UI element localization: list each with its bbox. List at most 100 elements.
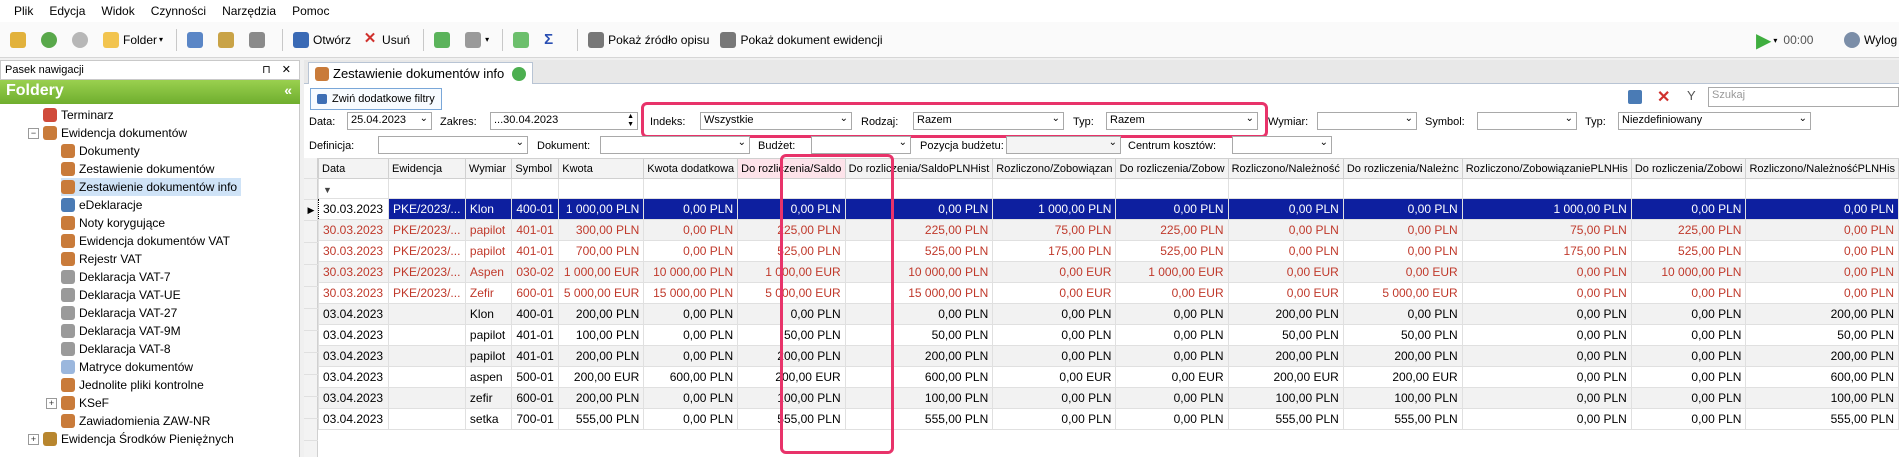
table-cell[interactable]: 0,00 PLN xyxy=(1461,408,1632,430)
tree-item[interactable]: Deklaracja VAT-8 xyxy=(61,340,171,358)
table-row[interactable]: 30.03.2023 PKE/2023/... papilot 401-01 700,0… xyxy=(318,240,1899,262)
table-cell[interactable]: 030-02 xyxy=(511,261,560,283)
tree-view-button[interactable] xyxy=(214,27,242,53)
filter-cell[interactable] xyxy=(388,178,466,199)
tree-item[interactable]: Terminarz xyxy=(43,106,114,124)
show-document-button[interactable]: Pokaż dokument ewidencji xyxy=(716,27,886,53)
table-cell[interactable]: PKE/2023/... xyxy=(388,219,466,241)
table-row[interactable]: 03.04.2023 papilot 401-01 100,00 PLN 0,00 PL… xyxy=(318,324,1899,346)
table-cell[interactable]: 200,00 PLN xyxy=(1745,303,1899,325)
table-cell[interactable]: 0,00 PLN xyxy=(1115,408,1229,430)
table-cell[interactable]: papilot xyxy=(464,324,513,346)
table-cell[interactable]: zefir xyxy=(464,387,513,409)
table-cell[interactable]: 1 000,00 PLN xyxy=(558,198,645,220)
sum-button[interactable]: Σ xyxy=(540,27,568,53)
table-cell[interactable]: 0,00 PLN xyxy=(1745,261,1899,283)
table-cell[interactable]: 0,00 PLN xyxy=(992,303,1117,325)
table-cell[interactable]: 0,00 PLN xyxy=(643,198,739,220)
table-cell[interactable]: 0,00 PLN xyxy=(1461,324,1632,346)
table-cell[interactable]: PKE/2023/... xyxy=(388,198,466,220)
table-cell[interactable]: 200,00 PLN xyxy=(558,345,645,367)
table-cell[interactable]: 200,00 PLN xyxy=(1227,345,1344,367)
tree-item[interactable]: Deklaracja VAT-27 xyxy=(61,304,177,322)
table-cell[interactable]: 401-01 xyxy=(511,345,560,367)
print-button[interactable]: ▾ xyxy=(461,27,493,53)
row-indicator[interactable] xyxy=(304,266,318,287)
table-cell[interactable]: 0,00 PLN xyxy=(1461,282,1632,304)
table-cell[interactable]: 30.03.2023 xyxy=(318,240,390,262)
table-cell[interactable]: 5 000,00 EUR xyxy=(558,282,645,304)
table-cell[interactable]: 50,00 PLN xyxy=(1227,324,1344,346)
table-cell[interactable]: 100,00 PLN xyxy=(1745,387,1899,409)
filter-cell[interactable] xyxy=(464,178,513,199)
budzet-select[interactable]: ⌄ xyxy=(811,136,911,154)
table-cell[interactable]: 0,00 PLN xyxy=(1461,387,1632,409)
table-cell[interactable]: 401-01 xyxy=(511,324,560,346)
row-indicator[interactable] xyxy=(304,179,318,200)
table-cell[interactable]: 75,00 PLN xyxy=(992,219,1117,241)
tree-item[interactable]: Dokumenty xyxy=(61,142,140,160)
table-cell[interactable]: 400-01 xyxy=(511,198,560,220)
table-cell[interactable]: 525,00 PLN xyxy=(1115,240,1229,262)
filter-cell[interactable] xyxy=(1630,178,1747,199)
table-cell[interactable]: papilot xyxy=(464,219,513,241)
row-indicator[interactable] xyxy=(304,376,318,397)
table-cell[interactable]: 0,00 EUR xyxy=(992,261,1117,283)
tree-item[interactable]: Jednolite pliki kontrolne xyxy=(61,376,204,394)
row-indicator[interactable] xyxy=(304,420,318,441)
table-cell[interactable]: 600-01 xyxy=(511,282,560,304)
table-cell[interactable]: 0,00 PLN xyxy=(992,408,1117,430)
filter-cell[interactable] xyxy=(1342,178,1463,199)
table-cell[interactable]: 5 000,00 EUR xyxy=(1342,282,1463,304)
table-cell[interactable]: 1 000,00 EUR xyxy=(558,261,645,283)
table-cell[interactable]: 0,00 PLN xyxy=(1745,282,1899,304)
table-cell[interactable]: 0,00 PLN xyxy=(1461,261,1632,283)
tree-item[interactable]: Zestawienie dokumentów xyxy=(61,160,214,178)
filter-cell[interactable]: ▼ xyxy=(318,178,390,199)
table-cell[interactable]: 0,00 PLN xyxy=(643,324,739,346)
table-cell[interactable]: 600,00 PLN xyxy=(643,366,739,388)
table-cell[interactable]: 0,00 PLN xyxy=(643,219,739,241)
table-cell[interactable]: 30.03.2023 xyxy=(318,282,390,304)
tab-refresh-icon[interactable] xyxy=(512,66,527,81)
search-input[interactable]: Szukaj xyxy=(1708,87,1899,107)
table-cell[interactable]: 0,00 PLN xyxy=(1461,303,1632,325)
table-cell[interactable]: 75,00 PLN xyxy=(1461,219,1632,241)
table-cell[interactable]: 50,00 PLN xyxy=(1745,324,1899,346)
table-cell[interactable]: 0,00 PLN xyxy=(643,387,739,409)
tree-item[interactable]: + KSeF xyxy=(46,394,109,412)
table-cell[interactable]: 225,00 PLN xyxy=(1630,219,1747,241)
table-cell[interactable]: 200,00 PLN xyxy=(1342,345,1463,367)
table-cell[interactable]: 700,00 PLN xyxy=(558,240,645,262)
filter-cell[interactable] xyxy=(1115,178,1229,199)
table-cell[interactable]: 200,00 PLN xyxy=(558,303,645,325)
filter-settings-icon[interactable]: Y xyxy=(1687,88,1696,103)
row-indicator[interactable]: ▶ xyxy=(304,200,318,221)
column-header[interactable]: Rozliczono/Zobowiązan xyxy=(992,158,1117,179)
up-button[interactable] xyxy=(6,27,34,53)
table-cell[interactable]: 401-01 xyxy=(511,240,560,262)
column-header[interactable]: Data xyxy=(318,158,390,179)
folder-button[interactable]: Folder ▾ xyxy=(99,27,167,53)
row-indicator[interactable] xyxy=(304,158,318,179)
filter-cell[interactable] xyxy=(558,178,645,199)
column-header[interactable]: Kwota dodatkowa xyxy=(643,158,739,179)
wymiar-select[interactable]: ⌄ xyxy=(1317,112,1417,130)
table-cell[interactable]: 30.03.2023 xyxy=(318,261,390,283)
table-cell[interactable]: 0,00 PLN xyxy=(992,387,1117,409)
filter-cell[interactable] xyxy=(511,178,560,199)
table-row[interactable]: 03.04.2023 setka 700-01 555,00 PLN 0,00 PLN 5… xyxy=(318,408,1899,430)
expander-icon[interactable]: + xyxy=(46,397,57,409)
table-cell[interactable]: Zefir xyxy=(464,282,513,304)
excel-export-icon[interactable] xyxy=(1628,90,1642,104)
filter-cell[interactable] xyxy=(1461,178,1632,199)
table-cell[interactable]: 401-01 xyxy=(511,219,560,241)
table-cell[interactable]: 0,00 PLN xyxy=(992,324,1117,346)
table-cell[interactable]: 0,00 PLN xyxy=(643,345,739,367)
table-cell[interactable] xyxy=(388,324,466,346)
zakres-field[interactable]: ...30.04.2023 ▲ ▼ xyxy=(490,112,638,130)
table-cell[interactable]: 10 000,00 PLN xyxy=(643,261,739,283)
refresh-button[interactable] xyxy=(430,27,458,53)
folder-view-button[interactable] xyxy=(509,27,537,53)
table-cell[interactable]: PKE/2023/... xyxy=(388,261,466,283)
